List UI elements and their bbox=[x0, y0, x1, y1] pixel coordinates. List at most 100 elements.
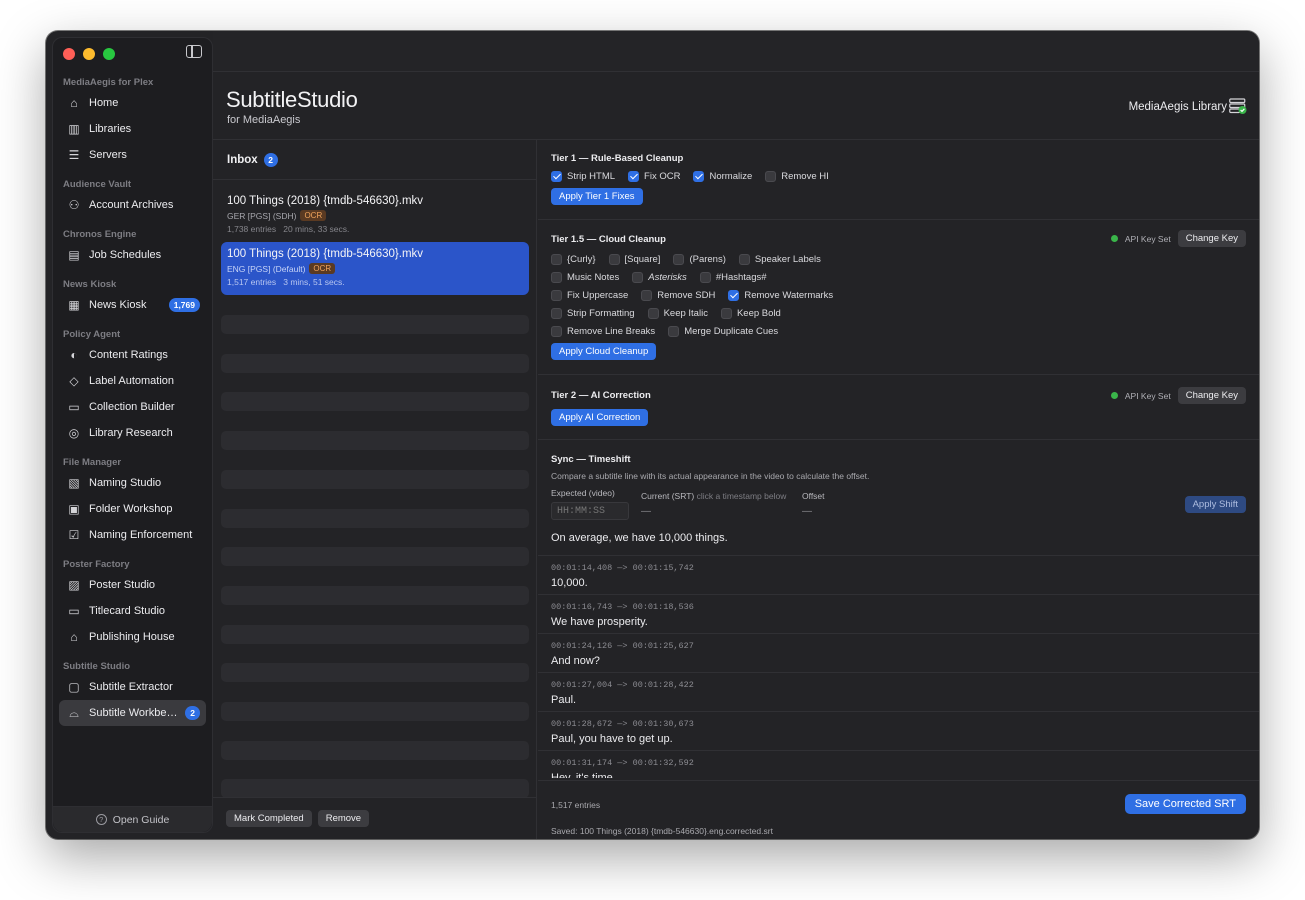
sidebar-item-account-archives[interactable]: ⚇ Account Archives bbox=[59, 192, 206, 218]
apply-ai-correction-button[interactable]: Apply AI Correction bbox=[551, 409, 649, 426]
empty-row-placeholder bbox=[221, 740, 529, 760]
checkbox-fix-ocr[interactable]: Fix OCR bbox=[628, 171, 680, 182]
apply-shift-button[interactable]: Apply Shift bbox=[1184, 496, 1246, 513]
expected-time-input[interactable] bbox=[551, 502, 629, 520]
checkbox-unchecked-icon[interactable] bbox=[608, 254, 620, 265]
checkbox-remove-hi[interactable]: Remove HI bbox=[765, 171, 829, 182]
checkbox-keep-italic[interactable]: Keep Italic bbox=[647, 308, 708, 319]
close-window-button[interactable] bbox=[63, 48, 75, 60]
change-key-button[interactable]: Change Key bbox=[1177, 230, 1246, 247]
checkbox-fix-uppercase[interactable]: Fix Uppercase bbox=[551, 290, 628, 301]
checkbox-unchecked-icon[interactable] bbox=[551, 290, 562, 301]
sidebar-item-news-kiosk[interactable]: ▦ News Kiosk 1,769 bbox=[59, 292, 206, 318]
change-key-button[interactable]: Change Key bbox=[1177, 387, 1246, 404]
cue-timestamp[interactable]: 00:01:31,174 —> 00:01:32,592 bbox=[551, 758, 1246, 769]
sidebar-item-servers[interactable]: ☰ Servers bbox=[59, 142, 206, 168]
cue-timestamp[interactable]: 00:01:24,126 —> 00:01:25,627 bbox=[551, 641, 1246, 652]
checkbox-checked-icon[interactable] bbox=[628, 171, 640, 182]
apply-tier1-button[interactable]: Apply Tier 1 Fixes bbox=[551, 188, 643, 205]
checkbox-unchecked-icon[interactable] bbox=[699, 272, 711, 283]
sidebar-item-titlecard-studio[interactable]: ▭ Titlecard Studio bbox=[59, 598, 206, 624]
sidebar-item-home[interactable]: ⌂ Home bbox=[59, 90, 206, 116]
checkbox-unchecked-icon[interactable] bbox=[668, 326, 680, 337]
sidebar-item-label-automation[interactable]: ◇ Label Automation bbox=[59, 368, 206, 394]
sidebar-item-subtitle-workbe[interactable]: ⌓ Subtitle Workbe… 2 bbox=[59, 700, 206, 726]
checkbox-unchecked-icon[interactable] bbox=[551, 254, 562, 265]
sidebar-item-subtitle-extractor[interactable]: ▢ Subtitle Extractor bbox=[59, 674, 206, 700]
checkbox-strip-html[interactable]: Strip HTML bbox=[551, 171, 615, 182]
checkbox-unchecked-icon[interactable] bbox=[551, 308, 562, 319]
sidebar-item-publishing-house[interactable]: ⌂ Publishing House bbox=[59, 624, 206, 650]
empty-row-placeholder bbox=[221, 624, 529, 644]
tier2-section: Tier 2 — AI Correction API Key Set Chang… bbox=[538, 375, 1259, 440]
open-guide-button[interactable]: ? Open Guide bbox=[53, 806, 212, 832]
checkbox-speaker-labels[interactable]: Speaker Labels bbox=[738, 254, 821, 265]
checkbox-music-notes[interactable]: Music Notes bbox=[551, 272, 619, 283]
mark-completed-button[interactable]: Mark Completed bbox=[226, 810, 312, 827]
remove-button[interactable]: Remove bbox=[317, 810, 370, 827]
checkbox-unchecked-icon[interactable] bbox=[765, 171, 777, 182]
checkbox-remove-watermarks[interactable]: Remove Watermarks bbox=[728, 290, 833, 301]
checkbox-curly[interactable]: {Curly} bbox=[551, 254, 596, 265]
subtitle-cue[interactable]: 00:01:31,174 —> 00:01:32,592 Hey, it's ti… bbox=[538, 751, 1259, 778]
subtitle-cue[interactable]: 00:01:27,004 —> 00:01:28,422 Paul. bbox=[538, 673, 1259, 712]
checkbox-parens[interactable]: (Parens) bbox=[673, 254, 726, 265]
minimize-window-button[interactable] bbox=[83, 48, 95, 60]
cue-timestamp[interactable]: 00:01:27,004 —> 00:01:28,422 bbox=[551, 680, 1246, 691]
checkbox-unchecked-icon[interactable] bbox=[647, 308, 659, 319]
naming-studio-icon: ▧ bbox=[68, 476, 80, 490]
cue-timestamp[interactable]: 00:01:16,743 —> 00:01:18,536 bbox=[551, 602, 1246, 613]
checkbox-checked-icon[interactable] bbox=[551, 171, 562, 182]
sidebar-item-libraries[interactable]: ▥ Libraries bbox=[59, 116, 206, 142]
checkbox-unchecked-icon[interactable] bbox=[673, 254, 685, 265]
ocr-badge: OCR bbox=[309, 263, 336, 274]
checkbox-unchecked-icon[interactable] bbox=[720, 308, 732, 319]
checkbox-remove-line-breaks[interactable]: Remove Line Breaks bbox=[551, 326, 655, 337]
checkbox-remove-sdh[interactable]: Remove SDH bbox=[641, 290, 715, 301]
subtitle-cue[interactable]: 00:01:16,743 —> 00:01:18,536 We have pros… bbox=[538, 595, 1259, 634]
sidebar-item-naming-studio[interactable]: ▧ Naming Studio bbox=[59, 470, 206, 496]
sidebar-item-poster-studio[interactable]: ▨ Poster Studio bbox=[59, 572, 206, 598]
cue-timestamp[interactable]: 00:01:28,672 —> 00:01:30,673 bbox=[551, 719, 1246, 730]
checkbox-keep-bold[interactable]: Keep Bold bbox=[720, 308, 781, 319]
subtitle-cue[interactable]: 00:01:28,672 —> 00:01:30,673 Paul, you ha… bbox=[538, 712, 1259, 751]
checkbox-merge-duplicate-cues[interactable]: Merge Duplicate Cues bbox=[668, 326, 778, 337]
sidebar-item-folder-workshop[interactable]: ▣ Folder Workshop bbox=[59, 496, 206, 522]
checkbox-unchecked-icon[interactable] bbox=[551, 326, 562, 337]
library-server-icon[interactable] bbox=[1229, 98, 1247, 114]
subtitle-cue[interactable]: 00:01:14,408 —> 00:01:15,742 10,000. bbox=[538, 556, 1259, 595]
sidebar-toggle-icon[interactable] bbox=[186, 45, 202, 58]
help-icon: ? bbox=[95, 814, 107, 825]
checkbox-square[interactable]: [Square] bbox=[608, 254, 660, 265]
apply-cloud-cleanup-button[interactable]: Apply Cloud Cleanup bbox=[551, 343, 657, 360]
sidebar-item-naming-enforcement[interactable]: ☑ Naming Enforcement bbox=[59, 522, 206, 548]
checkbox-unchecked-icon[interactable] bbox=[641, 290, 653, 301]
subtitle-cue-list[interactable]: On average, we have 10,000 things. 00:01:… bbox=[538, 532, 1259, 778]
cue-timestamp[interactable]: 00:01:14,408 —> 00:01:15,742 bbox=[551, 563, 1246, 574]
checkbox-unchecked-icon[interactable] bbox=[632, 272, 644, 283]
inbox-file-item[interactable]: 100 Things (2018) {tmdb-546630}.mkv GER [… bbox=[221, 189, 529, 242]
checkbox-hashtags[interactable]: #Hashtags# bbox=[699, 272, 767, 283]
sidebar-item-label: Collection Builder bbox=[89, 401, 175, 413]
checkbox-unchecked-icon[interactable] bbox=[738, 254, 750, 265]
checkbox-label: Merge Duplicate Cues bbox=[684, 326, 779, 337]
checkbox-normalize[interactable]: Normalize bbox=[693, 171, 752, 182]
sidebar-item-content-ratings[interactable]: ◐ Content Ratings bbox=[59, 342, 206, 368]
sidebar-item-collection-builder[interactable]: ▭ Collection Builder bbox=[59, 394, 206, 420]
checkbox-unchecked-icon[interactable] bbox=[551, 272, 562, 283]
checkbox-label: Strip Formatting bbox=[567, 308, 635, 319]
checkbox-checked-icon[interactable] bbox=[693, 171, 705, 182]
checkbox-asterisks[interactable]: Asterisks bbox=[632, 272, 687, 283]
checkbox-strip-formatting[interactable]: Strip Formatting bbox=[551, 308, 635, 319]
sidebar-item-library-research[interactable]: ◎ Library Research bbox=[59, 420, 206, 446]
zoom-window-button[interactable] bbox=[103, 48, 115, 60]
app-window: MediaAegis for Plex ⌂ Home ▥ Libraries ☰ Serve… bbox=[46, 31, 1259, 839]
sidebar-item-job-schedules[interactable]: ▤ Job Schedules bbox=[59, 242, 206, 268]
checkbox-checked-icon[interactable] bbox=[728, 290, 740, 301]
inbox-file-item[interactable]: 100 Things (2018) {tmdb-546630}.mkv ENG [… bbox=[221, 242, 529, 295]
subtitle-cue[interactable]: 00:01:24,126 —> 00:01:25,627 And now? bbox=[538, 634, 1259, 673]
label-automation-icon: ◇ bbox=[69, 374, 79, 388]
save-corrected-srt-button[interactable]: Save Corrected SRT bbox=[1124, 794, 1246, 814]
subtitle-cue[interactable]: On average, we have 10,000 things. bbox=[538, 532, 1259, 556]
